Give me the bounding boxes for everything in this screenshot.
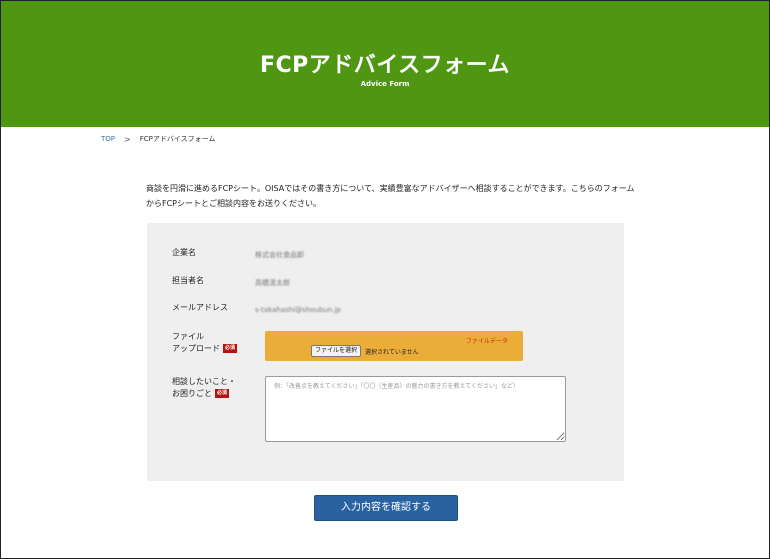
- consult-label-line2: お困りごと: [172, 389, 212, 398]
- intro-text: 商談を円滑に進めるFCPシート。OISAではその書き方について、実績豊富なアドバ…: [146, 184, 635, 208]
- page-title: FCPアドバイスフォーム: [260, 53, 510, 78]
- file-upload-dropzone[interactable]: ファイルデータ ファイルを選択 選択されていません: [265, 331, 523, 361]
- choose-file-button[interactable]: ファイルを選択: [311, 345, 362, 357]
- consult-textarea[interactable]: [265, 376, 566, 442]
- company-label: 企業名: [172, 248, 196, 257]
- consult-label-line1: 相談したいこと・: [172, 377, 236, 386]
- upload-label-line2: アップロード: [172, 344, 220, 353]
- upload-label-line1: ファイル: [172, 332, 204, 341]
- breadcrumb-home-link[interactable]: TOP: [101, 135, 115, 143]
- consult-label: 相談したいこと・ お困りごと 必須: [172, 376, 236, 400]
- file-status: 選択されていません: [365, 349, 419, 356]
- breadcrumb: TOP > FCPアドバイスフォーム: [101, 134, 215, 144]
- upload-label: ファイル アップロード 必須: [172, 331, 238, 355]
- company-value: 株式会社食品卸: [255, 251, 304, 259]
- upload-label-line2-wrap: アップロード 必須: [172, 343, 238, 355]
- advice-form: 企業名 株式会社食品卸 担当者名 高橋清太郎 メールアドレス s-takahas…: [147, 223, 624, 481]
- email-label: メールアドレス: [172, 303, 228, 312]
- consult-label-line2-wrap: お困りごと 必須: [172, 388, 236, 400]
- contact-label: 担当者名: [172, 276, 204, 285]
- page-hero: FCPアドバイスフォーム Advice Form: [1, 1, 769, 127]
- contact-value: 高橋清太郎: [255, 279, 290, 287]
- upload-hint: ファイルデータ: [465, 338, 508, 345]
- upload-required-badge: 必須: [223, 344, 238, 353]
- email-value: s-takahashi@shoubun.jp: [255, 306, 341, 314]
- confirm-submit-button[interactable]: 入力内容を確認する: [314, 495, 458, 521]
- breadcrumb-separator: >: [124, 134, 131, 144]
- page-subtitle: Advice Form: [360, 80, 410, 88]
- breadcrumb-current: FCPアドバイスフォーム: [139, 135, 216, 143]
- consult-required-badge: 必須: [215, 389, 230, 398]
